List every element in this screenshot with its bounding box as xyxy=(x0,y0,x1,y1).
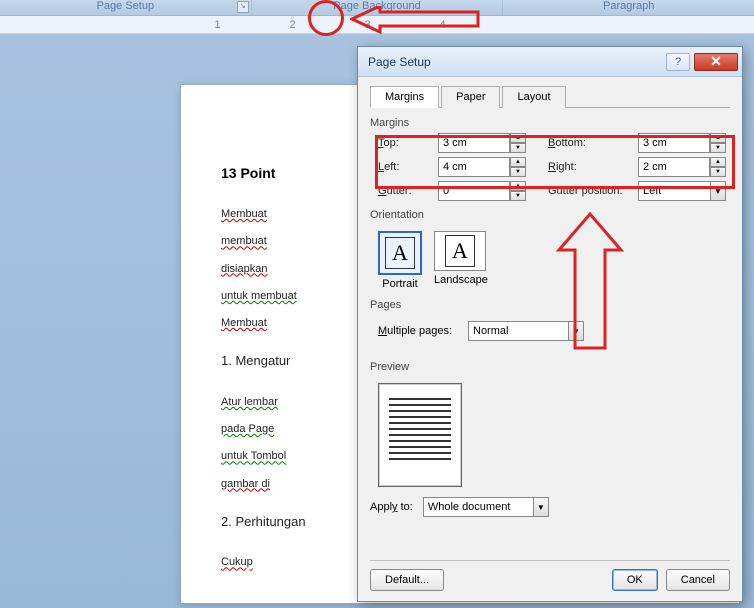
margin-top-input[interactable]: ▲▼ xyxy=(438,133,538,153)
apply-to-label: Apply to: xyxy=(370,501,413,513)
close-button[interactable]: ✕ xyxy=(694,53,738,71)
margins-grid: Top: ▲▼ Bottom: ▲▼ Left: ▲▼ Right: ▲▼ Gu… xyxy=(378,133,730,201)
spin-up-icon[interactable]: ▲ xyxy=(510,157,526,167)
ribbon-group-page-background: Page Background xyxy=(252,0,504,15)
ruler-mark: 2 xyxy=(255,19,330,31)
apply-row: Apply to: ▼ xyxy=(370,497,730,517)
multiple-pages-field[interactable] xyxy=(468,321,568,341)
gutter-label: Gutter: xyxy=(378,185,428,197)
cancel-button[interactable]: Cancel xyxy=(666,569,730,591)
gutter-field[interactable] xyxy=(438,181,510,201)
spin-down-icon[interactable]: ▼ xyxy=(510,167,526,177)
chevron-down-icon[interactable]: ▼ xyxy=(533,497,549,517)
margin-bottom-input[interactable]: ▲▼ xyxy=(638,133,738,153)
top-label: Top: xyxy=(378,137,428,149)
gutter-position-label: Gutter position: xyxy=(548,185,628,197)
spin-down-icon[interactable]: ▼ xyxy=(510,143,526,153)
margin-left-field[interactable] xyxy=(438,157,510,177)
multiple-pages-combo[interactable]: ▼ xyxy=(468,321,584,341)
orientation-portrait[interactable]: A Portrait xyxy=(378,231,422,290)
pages-row: Multiple pages: ▼ xyxy=(378,321,730,341)
margin-top-field[interactable] xyxy=(438,133,510,153)
ruler-mark: 1 xyxy=(180,19,255,31)
landscape-label: Landscape xyxy=(434,274,488,286)
orientation-group-label: Orientation xyxy=(370,209,730,221)
pages-group-label: Pages xyxy=(370,299,730,311)
ribbon-group-paragraph: Paragraph xyxy=(503,0,754,15)
default-button[interactable]: Default... xyxy=(370,569,444,591)
tab-paper[interactable]: Paper xyxy=(441,86,500,108)
dialog-titlebar[interactable]: Page Setup ? ✕ xyxy=(358,47,742,77)
gutter-position-field[interactable] xyxy=(638,181,710,201)
margin-bottom-field[interactable] xyxy=(638,133,710,153)
dialog-tabs: Margins Paper Layout xyxy=(370,85,730,108)
ribbon-label: Page Background xyxy=(333,0,420,12)
spin-up-icon[interactable]: ▲ xyxy=(510,181,526,191)
dialog-button-row: Default... OK Cancel xyxy=(370,560,730,591)
multiple-pages-label: Multiple pages: xyxy=(378,325,452,337)
chevron-down-icon[interactable]: ▼ xyxy=(568,321,584,341)
portrait-icon: A xyxy=(385,237,415,269)
ribbon: Page Setup ↘ Page Background Paragraph xyxy=(0,0,754,16)
orientation-group: A Portrait A Landscape xyxy=(378,231,730,290)
margin-right-input[interactable]: ▲▼ xyxy=(638,157,738,177)
margin-left-input[interactable]: ▲▼ xyxy=(438,157,538,177)
preview-group-label: Preview xyxy=(370,361,730,373)
preview-thumbnail xyxy=(378,383,462,487)
ribbon-label: Paragraph xyxy=(603,0,654,12)
dialog-title: Page Setup xyxy=(368,55,666,69)
apply-to-combo[interactable]: ▼ xyxy=(423,497,549,517)
ribbon-group-page-setup: Page Setup ↘ xyxy=(0,0,252,15)
chevron-down-icon[interactable]: ▼ xyxy=(710,181,726,201)
right-label: Right: xyxy=(548,161,628,173)
margin-right-field[interactable] xyxy=(638,157,710,177)
dialog-launcher-icon[interactable]: ↘ xyxy=(237,1,249,13)
spin-down-icon[interactable]: ▼ xyxy=(710,167,726,177)
ruler-mark: 3 xyxy=(330,19,405,31)
orientation-landscape[interactable]: A Landscape xyxy=(434,231,488,290)
tab-layout[interactable]: Layout xyxy=(502,86,565,108)
spin-up-icon[interactable]: ▲ xyxy=(710,133,726,143)
spin-up-icon[interactable]: ▲ xyxy=(710,157,726,167)
dialog-body: Margins Paper Layout Margins Top: ▲▼ Bot… xyxy=(358,77,742,601)
spin-up-icon[interactable]: ▲ xyxy=(510,133,526,143)
gutter-input[interactable]: ▲▼ xyxy=(438,181,538,201)
spin-down-icon[interactable]: ▼ xyxy=(510,191,526,201)
tab-margins[interactable]: Margins xyxy=(370,86,439,108)
landscape-icon: A xyxy=(445,235,475,267)
spin-down-icon[interactable]: ▼ xyxy=(710,143,726,153)
horizontal-ruler[interactable]: 1 2 3 4 xyxy=(0,16,754,34)
apply-to-field[interactable] xyxy=(423,497,533,517)
margins-group-label: Margins xyxy=(370,117,730,129)
gutter-position-combo[interactable]: ▼ xyxy=(638,181,738,201)
bottom-label: Bottom: xyxy=(548,137,628,149)
ruler-mark: 4 xyxy=(405,19,480,31)
ok-button[interactable]: OK xyxy=(612,569,658,591)
ribbon-label: Page Setup xyxy=(97,0,155,12)
help-button[interactable]: ? xyxy=(666,53,690,71)
page-setup-dialog: Page Setup ? ✕ Margins Paper Layout Marg… xyxy=(357,46,743,602)
left-label: Left: xyxy=(378,161,428,173)
portrait-label: Portrait xyxy=(378,278,422,290)
